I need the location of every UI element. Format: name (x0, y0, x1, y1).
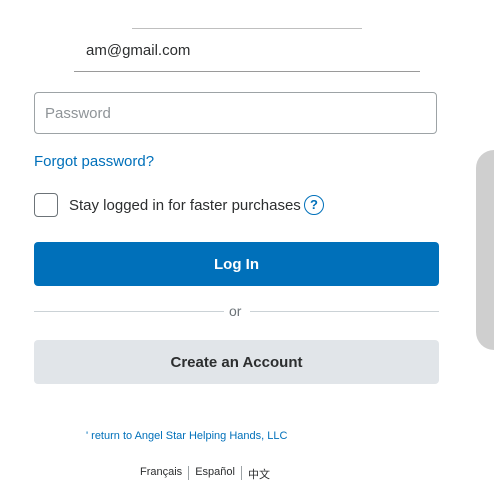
password-field[interactable] (34, 92, 437, 134)
stay-logged-in-checkbox[interactable] (34, 193, 58, 217)
divider-line-right (250, 311, 439, 312)
language-french[interactable]: Français (134, 466, 188, 482)
forgot-password-link[interactable]: Forgot password? (34, 153, 154, 170)
email-field-underline (74, 71, 420, 72)
email-field[interactable]: am@gmail.com (86, 42, 190, 59)
language-spanish[interactable]: Español (189, 466, 241, 482)
language-selector: Français Español 中文 (134, 466, 276, 482)
login-button[interactable]: Log In (34, 242, 439, 286)
return-to-merchant-link[interactable]: ' return to Angel Star Helping Hands, LL… (86, 430, 287, 442)
create-account-button[interactable]: Create an Account (34, 340, 439, 384)
top-field-underline (132, 28, 362, 29)
stay-logged-in-label: Stay logged in for faster purchases (69, 197, 301, 214)
background-edge-shadow (476, 150, 494, 350)
language-chinese[interactable]: 中文 (242, 466, 276, 482)
divider-line-left (34, 311, 224, 312)
question-circle-icon[interactable]: ? (304, 195, 324, 215)
divider-or-text: or (229, 303, 242, 319)
